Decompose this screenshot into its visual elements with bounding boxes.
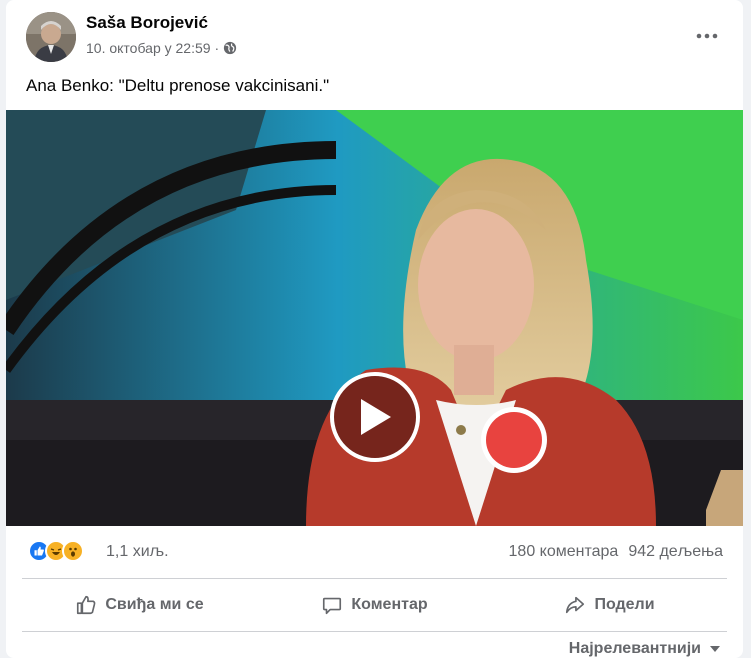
- stats-right: 180 коментара 942 дељења: [509, 543, 723, 561]
- comment-sort-dropdown[interactable]: Најрелевантнији: [569, 640, 721, 658]
- divider-top: [22, 578, 727, 579]
- globe-icon: [223, 41, 237, 55]
- comments-count[interactable]: 180 коментара: [509, 543, 619, 561]
- action-bar: Свиђа ми се Коментар Подели: [22, 580, 727, 630]
- post-meta: 10. октобар у 22:59 ·: [86, 40, 237, 56]
- comment-icon: [323, 597, 342, 615]
- play-icon: [361, 399, 391, 435]
- share-button[interactable]: Подели: [492, 580, 727, 630]
- comment-button[interactable]: Коментар: [257, 580, 492, 630]
- share-icon: [566, 596, 585, 614]
- share-label: Подели: [594, 596, 655, 613]
- reaction-icons[interactable]: [28, 540, 84, 562]
- author-avatar[interactable]: [26, 12, 76, 62]
- like-label: Свиђа ми се: [105, 596, 204, 613]
- sort-label: Најрелевантнији: [568, 640, 701, 657]
- play-button[interactable]: [330, 372, 420, 462]
- reactions-count[interactable]: 1,1 хиљ.: [106, 543, 169, 561]
- video-frame-image: [6, 110, 743, 526]
- chevron-down-icon: [710, 646, 720, 652]
- thumbs-up-icon: [77, 595, 96, 615]
- post-text: Ana Benko: "Deltu prenose vakcinisani.": [26, 76, 330, 95]
- video-thumbnail[interactable]: [6, 110, 743, 526]
- like-button[interactable]: Свиђа ми се: [22, 580, 257, 630]
- author-name[interactable]: Saša Borojević: [86, 13, 208, 33]
- more-options-icon[interactable]: [693, 22, 721, 50]
- post-stats: 1,1 хиљ. 180 коментара 942 дељења: [6, 536, 743, 568]
- post-date[interactable]: 10. октобар у 22:59: [86, 40, 211, 56]
- wow-reaction-icon: [62, 540, 84, 562]
- post-card: Saša Borojević 10. октобар у 22:59 · Ana…: [6, 0, 743, 658]
- comment-label: Коментар: [351, 596, 428, 613]
- divider-bottom: [22, 631, 727, 632]
- shares-count[interactable]: 942 дељења: [628, 543, 723, 561]
- meta-separator: ·: [214, 40, 220, 56]
- post-header: Saša Borojević 10. октобар у 22:59 ·: [6, 0, 743, 70]
